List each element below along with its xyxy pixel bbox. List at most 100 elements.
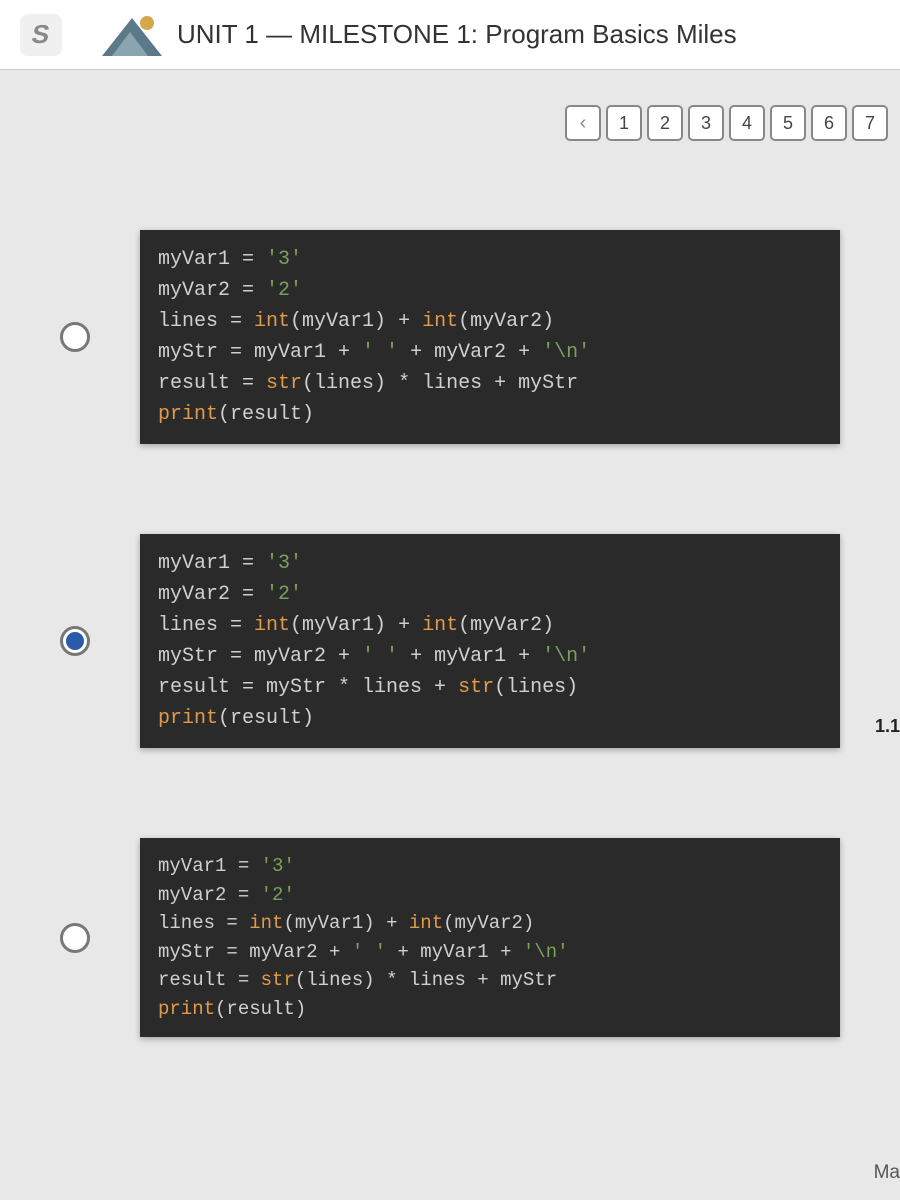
brand-icon [102, 14, 162, 56]
code-token: int [249, 912, 283, 934]
code-token: (myVar2) [458, 614, 554, 637]
answer-option-2[interactable]: myVar1 = '3'myVar2 = '2'lines = int(myVa… [140, 534, 900, 748]
code-line: result = str(lines) * lines + myStr [158, 368, 822, 399]
code-line: myVar1 = '3' [158, 244, 822, 275]
code-line: myVar2 = '2' [158, 579, 822, 610]
app-logo: S [20, 14, 62, 56]
code-token: '\n' [542, 341, 590, 364]
code-token: (myVar2) [458, 310, 554, 333]
code-token: = myVar2 + [218, 645, 362, 668]
code-token: * lines + myStr [375, 969, 557, 991]
code-token: = [230, 279, 266, 302]
header-bar: S UNIT 1 — MILESTONE 1: Program Basics M… [0, 0, 900, 70]
code-token: myStr [158, 645, 218, 668]
code-token: ' ' [352, 941, 386, 963]
code-line: result = str(lines) * lines + myStr [158, 966, 822, 995]
code-token: myVar1 [158, 552, 230, 575]
code-token: (myVar1) [283, 912, 374, 934]
code-token: int [422, 614, 458, 637]
code-token: = [218, 614, 254, 637]
code-line: myStr = myVar2 + ' ' + myVar1 + '\n' [158, 938, 822, 967]
side-note: 1.1 [875, 716, 900, 737]
code-token: '3' [266, 248, 302, 271]
code-token: + [386, 310, 422, 333]
code-token: myVar1 [158, 855, 226, 877]
code-token: lines [158, 912, 215, 934]
code-token: str [458, 676, 494, 699]
code-token: print [158, 707, 218, 730]
code-token: '2' [261, 884, 295, 906]
code-token: myVar1 [158, 248, 230, 271]
code-token: print [158, 403, 218, 426]
code-token: ' ' [362, 341, 398, 364]
logo-glyph: S [30, 19, 53, 50]
code-token: + myVar2 + [398, 341, 542, 364]
answer-options: myVar1 = '3'myVar2 = '2'lines = int(myVa… [0, 70, 900, 1037]
code-token: '\n' [523, 941, 569, 963]
code-token: (myVar1) [290, 614, 386, 637]
answer-option-1[interactable]: myVar1 = '3'myVar2 = '2'lines = int(myVa… [140, 230, 900, 444]
code-line: myStr = myVar2 + ' ' + myVar1 + '\n' [158, 641, 822, 672]
code-token: int [409, 912, 443, 934]
code-token: result [158, 676, 230, 699]
code-token: (result) [218, 707, 314, 730]
code-token: (result) [215, 998, 306, 1020]
code-token: (lines) [302, 372, 386, 395]
code-token: = [218, 310, 254, 333]
code-token: = [226, 855, 260, 877]
code-token: = myStr * lines + [230, 676, 458, 699]
code-token: result [158, 372, 230, 395]
code-line: print(result) [158, 995, 822, 1024]
code-line: print(result) [158, 399, 822, 430]
code-line: myVar2 = '2' [158, 881, 822, 910]
code-token: = [230, 583, 266, 606]
code-block: myVar1 = '3'myVar2 = '2'lines = int(myVa… [140, 534, 840, 748]
code-block: myVar1 = '3'myVar2 = '2'lines = int(myVa… [140, 838, 840, 1037]
code-token: myStr [158, 941, 215, 963]
code-token: = [230, 552, 266, 575]
code-token: myStr [158, 341, 218, 364]
code-token: (myVar2) [443, 912, 534, 934]
code-token: int [422, 310, 458, 333]
code-token: result [158, 969, 226, 991]
code-token: = myVar2 + [215, 941, 352, 963]
code-token: = myVar1 + [218, 341, 362, 364]
radio-button[interactable] [60, 923, 90, 953]
code-token: myVar2 [158, 279, 230, 302]
code-token: (lines) [295, 969, 375, 991]
code-line: result = myStr * lines + str(lines) [158, 672, 822, 703]
code-token: '3' [266, 552, 302, 575]
code-token: myVar2 [158, 583, 230, 606]
code-token: '\n' [542, 645, 590, 668]
code-token: lines [158, 310, 218, 333]
code-token: myVar2 [158, 884, 226, 906]
bottom-note: Ma [874, 1162, 900, 1184]
radio-button[interactable] [60, 322, 90, 352]
code-token: (lines) [494, 676, 578, 699]
code-token: str [261, 969, 295, 991]
code-token: print [158, 998, 215, 1020]
code-token: int [254, 310, 290, 333]
code-token: + [386, 614, 422, 637]
code-block: myVar1 = '3'myVar2 = '2'lines = int(myVa… [140, 230, 840, 444]
code-token: int [254, 614, 290, 637]
radio-button[interactable] [60, 626, 90, 656]
code-line: myVar1 = '3' [158, 852, 822, 881]
code-token: str [266, 372, 302, 395]
code-line: lines = int(myVar1) + int(myVar2) [158, 306, 822, 337]
code-token: (result) [218, 403, 314, 426]
code-token: (myVar1) [290, 310, 386, 333]
code-line: print(result) [158, 703, 822, 734]
code-line: lines = int(myVar1) + int(myVar2) [158, 909, 822, 938]
answer-option-3[interactable]: myVar1 = '3'myVar2 = '2'lines = int(myVa… [140, 838, 900, 1037]
code-token: + myVar1 + [386, 941, 523, 963]
code-token: * lines + myStr [386, 372, 578, 395]
code-line: lines = int(myVar1) + int(myVar2) [158, 610, 822, 641]
code-token: '2' [266, 279, 302, 302]
code-token: = [226, 969, 260, 991]
code-token: + [375, 912, 409, 934]
code-token: = [226, 884, 260, 906]
code-token: ' ' [362, 645, 398, 668]
code-token: lines [158, 614, 218, 637]
code-line: myVar1 = '3' [158, 548, 822, 579]
